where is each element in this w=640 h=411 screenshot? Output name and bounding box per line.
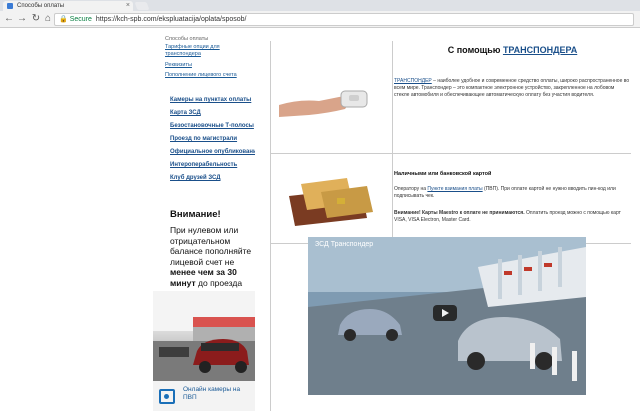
cash-title: Наличными или банковской картой [394, 171, 492, 177]
wallet-cards-image [289, 178, 373, 226]
heading-transponder-link[interactable]: ТРАНСПОНДЕРА [503, 45, 577, 55]
transponder-row: С помощью ТРАНСПОНДЕРА ТРАНСПОНДЕР – наи… [271, 41, 631, 154]
toll-plaza-photo[interactable] [153, 291, 255, 381]
url-text: https://kch-spb.com/ekspluatacija/oplata… [95, 16, 247, 23]
browser-toolbar: ← → ↻ ⌂ 🔒 Secure https://kch-spb.com/ekspl… [0, 11, 640, 28]
sidebar: Способы оплаты Тарифные опции для трансп… [153, 29, 260, 411]
lock-icon: 🔒 [59, 16, 68, 23]
online-cameras-link[interactable]: Онлайн камеры на ПВП [153, 381, 255, 411]
attention-text: При нулевом или отрицательном балансе по… [170, 225, 260, 299]
nav-link-passage[interactable]: Проезд по магистрали [170, 136, 237, 142]
reload-icon[interactable]: ↻ [30, 13, 42, 25]
play-icon[interactable] [433, 305, 457, 321]
attention-title: Внимание! [170, 209, 221, 220]
transponder-text-cell: С помощью ТРАНСПОНДЕРА ТРАНСПОНДЕР – наи… [394, 41, 631, 153]
favicon-icon [7, 3, 13, 9]
nav-link-map[interactable]: Карта ЗСД [170, 110, 201, 116]
online-cameras-label: Онлайн камеры на ПВП [183, 386, 241, 401]
transponder-description: ТРАНСПОНДЕР – наиболее удобное и совреме… [394, 78, 630, 99]
cash-text-part1: Оператору на [394, 186, 426, 192]
cash-row: Наличными или банковской картой Оператор… [271, 154, 631, 244]
heading-prefix: С помощью [447, 45, 501, 55]
transponder-image-cell [271, 41, 393, 153]
secure-label: Secure [69, 16, 92, 23]
video-player[interactable]: ЗСД Транспондер [308, 237, 586, 395]
home-icon[interactable]: ⌂ [42, 13, 54, 25]
toll-point-link[interactable]: Пункте взимания платы [427, 186, 482, 192]
close-icon[interactable]: × [126, 1, 130, 11]
maestro-warning: Внимание! Карты Maestro к оплате не прин… [394, 210, 630, 224]
nav-link-t-lanes[interactable]: Безостановочные Т-полосы [170, 123, 254, 129]
browser-tab[interactable]: Способы оплаты × [3, 1, 133, 11]
submenu-item-tariffs[interactable]: Тарифные опции для транспондера [165, 44, 253, 58]
nav-link-publications[interactable]: Официальное опубликование [170, 149, 260, 155]
toll-plaza-image [153, 291, 255, 381]
cash-description: Оператору на Пункте взимания платы (ПВП)… [394, 186, 630, 200]
tab-title: Способы оплаты [17, 3, 65, 9]
back-icon[interactable]: ← [3, 13, 15, 25]
wallet-image-cell [271, 154, 393, 243]
new-tab-button[interactable] [134, 2, 150, 10]
submenu-item-requisites[interactable]: Реквизиты [165, 62, 253, 69]
hand-transponder-image [279, 90, 368, 117]
forward-icon[interactable]: → [16, 13, 28, 25]
page-margin [0, 29, 153, 411]
maestro-warning-bold: Внимание! Карты Maestro к оплате не прин… [394, 210, 525, 216]
cash-text-cell: Наличными или банковской картой Оператор… [394, 154, 631, 243]
submenu-item-topup[interactable]: Пополнение лицевого счета [165, 72, 253, 79]
attention-text-part1: При нулевом или отрицательном балансе по… [170, 225, 252, 267]
address-bar[interactable]: 🔒 Secure https://kch-spb.com/ekspluatacija… [54, 13, 634, 26]
submenu-title: Способы оплаты [165, 36, 209, 42]
camera-icon [159, 389, 175, 404]
tab-strip: Способы оплаты × [0, 0, 640, 11]
section-heading: С помощью ТРАНСПОНДЕРА [394, 45, 631, 55]
transponder-link[interactable]: ТРАНСПОНДЕР [394, 78, 432, 84]
nav-link-interoperability[interactable]: Интероперабельность [170, 162, 237, 168]
video-title: ЗСД Транспондер [315, 241, 374, 248]
nav-link-friends-club[interactable]: Клуб друзей ЗСД [170, 175, 221, 181]
nav-link-cameras[interactable]: Камеры на пунктах оплаты [170, 97, 251, 103]
